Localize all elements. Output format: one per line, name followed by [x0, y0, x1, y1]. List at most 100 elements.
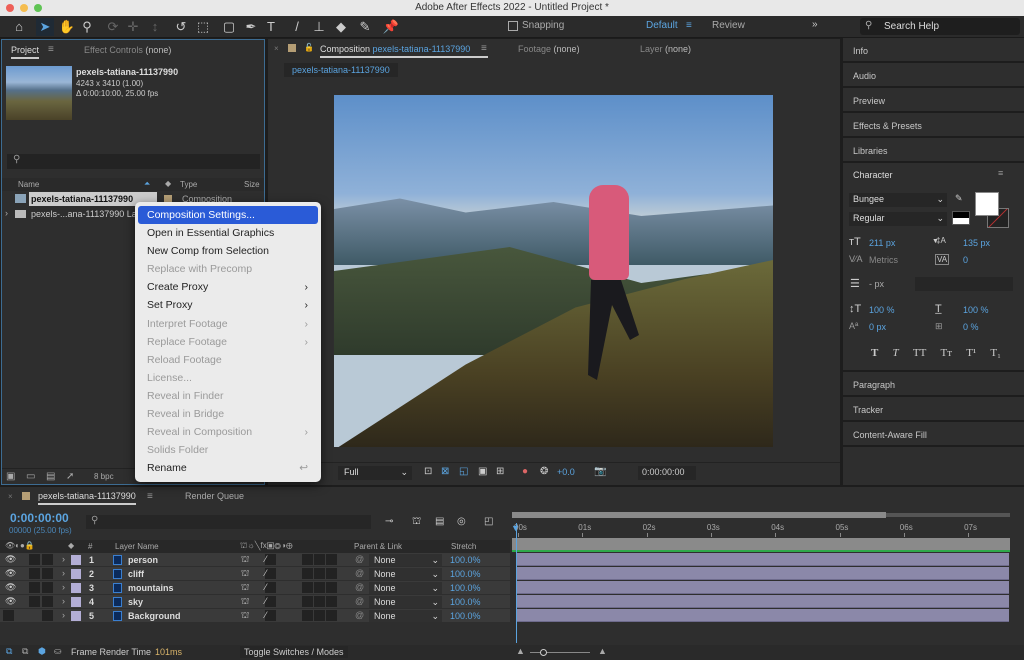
eraser-tool-icon[interactable]: ◆ — [332, 18, 350, 36]
switch-box[interactable] — [314, 554, 325, 565]
fill-color-swatch[interactable] — [975, 192, 999, 216]
layer-name[interactable]: cliff — [128, 569, 144, 579]
new-comp-icon[interactable]: ▤ — [46, 471, 55, 482]
horizontal-scale-value[interactable]: 100 % — [963, 305, 989, 315]
switch-box[interactable] — [314, 568, 325, 579]
playhead-handle-icon[interactable]: ▼ — [511, 523, 520, 533]
menu-item-reveal-in-bridge[interactable]: Reveal in Bridge — [138, 405, 318, 423]
lock-toggle[interactable] — [42, 596, 53, 607]
solo-toggle[interactable] — [29, 554, 40, 565]
switch-box[interactable] — [302, 582, 313, 593]
expand-chevron-icon[interactable]: › — [62, 554, 65, 564]
font-size-value[interactable]: 211 px — [869, 238, 895, 248]
tab-footage[interactable]: Footage (none) — [518, 44, 580, 54]
layer-duration-bar[interactable] — [516, 581, 1009, 594]
pickwhip-icon[interactable]: @ — [355, 596, 364, 606]
minimize-window-button[interactable] — [20, 4, 28, 12]
content-aware-fill-panel[interactable]: Content-Aware Fill — [843, 422, 1024, 446]
menu-item-rename[interactable]: Rename ↩ — [138, 459, 318, 477]
snapshot-icon[interactable]: 📷 — [594, 466, 606, 477]
pickwhip-icon[interactable]: @ — [355, 554, 364, 564]
subscript-button[interactable]: T₁ — [990, 347, 1001, 359]
parent-select[interactable]: None ⌄ — [369, 582, 442, 594]
layer-duration-bar[interactable] — [516, 553, 1009, 566]
tab-render-queue[interactable]: Render Queue — [185, 491, 244, 501]
timeline-zoom-slider[interactable] — [530, 649, 590, 656]
layer-row[interactable]: 👁 › 2 cliff ⛫ ⁄ @ None ⌄ 100.0% — [0, 567, 510, 581]
layer-name[interactable]: mountains — [128, 583, 174, 593]
layer-row[interactable]: 👁 › 1 person ⛫ ⁄ @ None ⌄ 100.0% — [0, 553, 510, 567]
shy-layers-icon[interactable]: ⛫ — [412, 516, 421, 529]
exposure-reset-icon[interactable]: ❂ — [540, 466, 548, 477]
parent-select[interactable]: None ⌄ — [369, 596, 442, 608]
snapping-checkbox[interactable] — [508, 21, 518, 31]
quality-switch-icon[interactable]: ⁄ — [265, 554, 276, 565]
search-help-input[interactable]: ⚲ Search Help — [860, 18, 1020, 35]
close-window-button[interactable] — [6, 4, 14, 12]
switch-box[interactable] — [302, 596, 313, 607]
stroke-style-select[interactable] — [915, 277, 1013, 291]
hand-tool-icon[interactable]: ✋ — [58, 18, 76, 36]
layer-duration-bar[interactable] — [516, 609, 1009, 622]
font-family-select[interactable]: Bungee ⌄ — [849, 193, 947, 207]
shy-switch-icon[interactable]: ⛫ — [241, 610, 249, 622]
switch-box[interactable] — [326, 554, 337, 565]
composition-viewer-image[interactable] — [334, 95, 773, 447]
faux-bold-button[interactable]: T — [871, 347, 878, 359]
tab-project[interactable]: Project — [11, 45, 40, 59]
layer-row[interactable]: 👁 › 3 mountains ⛫ ⁄ @ None ⌄ 100.0% — [0, 581, 510, 595]
toggle-switches-modes-button[interactable]: Toggle Switches / Modes — [240, 646, 348, 658]
switch-box[interactable] — [326, 610, 337, 621]
baseline-shift-value[interactable]: 0 px — [869, 322, 886, 332]
switch-box[interactable] — [302, 568, 313, 579]
layer-duration-bar[interactable] — [516, 567, 1009, 580]
stroke-width-value[interactable]: - px — [869, 279, 884, 289]
switch-box[interactable] — [302, 554, 313, 565]
vertical-scale-value[interactable]: 100 % — [869, 305, 895, 315]
transparency-grid-icon[interactable]: ⊠ — [441, 466, 449, 477]
more-workspaces-icon[interactable]: » — [812, 19, 818, 30]
safe-margins-icon[interactable]: ▣ — [478, 466, 487, 477]
kerning-value[interactable]: Metrics — [869, 255, 898, 265]
region-of-interest-icon[interactable]: ⊡ — [424, 466, 432, 477]
type-tool-icon[interactable]: T — [262, 18, 280, 36]
menu-item-replace-with-precomp[interactable]: Replace with Precomp — [138, 260, 318, 278]
roto-brush-icon[interactable]: ✎ — [356, 18, 374, 36]
small-caps-button[interactable]: Tт — [940, 347, 952, 359]
visibility-toggle[interactable] — [3, 610, 14, 621]
brush-tool-icon[interactable]: / — [288, 18, 306, 36]
mask-path-icon[interactable]: ◱ — [459, 466, 468, 477]
expand-chevron-icon[interactable]: › — [62, 582, 65, 592]
menu-item-open-in-essential-graphics[interactable]: Open in Essential Graphics — [138, 224, 318, 242]
tab-composition[interactable]: Composition pexels-tatiana-11137990 — [320, 44, 488, 58]
column-layer-name[interactable]: Layer Name — [115, 542, 159, 551]
lock-toggle[interactable] — [42, 554, 53, 565]
expand-chevron-icon[interactable]: › — [5, 208, 8, 218]
color-channel-icon[interactable]: ● — [522, 466, 528, 477]
switch-box[interactable] — [314, 582, 325, 593]
eye-icon[interactable]: 👁 — [5, 596, 16, 607]
shy-switch-icon[interactable]: ⛫ — [241, 582, 249, 594]
column-name[interactable]: Name — [18, 180, 39, 189]
expand-chevron-icon[interactable]: › — [62, 568, 65, 578]
stretch-value[interactable]: 100.0% — [450, 583, 481, 593]
layer-name[interactable]: person — [128, 555, 158, 565]
dolly-tool-icon[interactable]: ↕ — [146, 18, 164, 36]
workspace-menu-icon[interactable]: ≡ — [686, 20, 692, 31]
stretch-value[interactable]: 100.0% — [450, 555, 481, 565]
grid-icon[interactable]: ⊞ — [496, 466, 504, 477]
panel-menu-icon[interactable]: ≡ — [48, 44, 54, 55]
layer-search-input[interactable]: ⚲ — [86, 515, 371, 529]
clone-stamp-icon[interactable]: ⊥ — [310, 18, 328, 36]
work-area-bar[interactable] — [512, 512, 1010, 518]
eye-icon[interactable]: 👁 — [5, 568, 16, 579]
switch-box[interactable] — [314, 596, 325, 607]
new-folder-icon[interactable]: ▭ — [26, 471, 35, 482]
expand-chevron-icon[interactable]: › — [62, 610, 65, 620]
render-icon[interactable]: ➚ — [66, 471, 74, 482]
project-search-input[interactable]: ⚲ — [7, 154, 260, 169]
switch-box[interactable] — [326, 582, 337, 593]
quality-switch-icon[interactable]: ⁄ — [265, 568, 276, 579]
effects-presets-panel[interactable]: Effects & Presets — [843, 113, 1024, 137]
leading-value[interactable]: 135 px — [963, 238, 990, 248]
